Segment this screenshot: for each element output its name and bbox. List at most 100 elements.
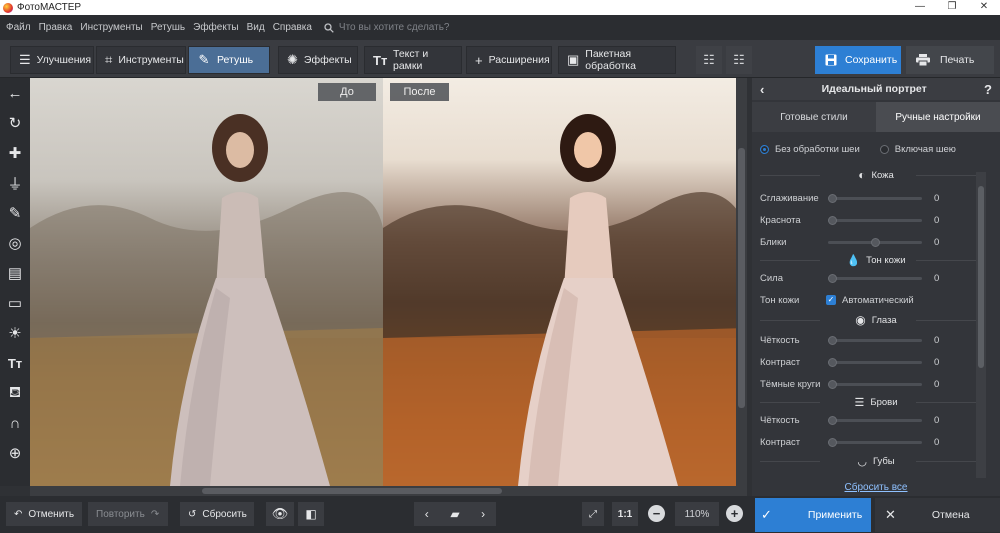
menu-effects[interactable]: Эффекты [193, 22, 238, 33]
menu-edit[interactable]: Правка [39, 22, 73, 33]
section-eyes: ◉ Глаза [752, 311, 1000, 329]
radio-with-neck[interactable]: Включая шею [879, 144, 956, 155]
tab-effects[interactable]: ✺ Эффекты [278, 46, 358, 74]
presets-settings-button[interactable]: ☷ [726, 46, 752, 74]
slider-knob[interactable] [828, 357, 837, 367]
gradient-filter-icon[interactable]: ▤ [0, 258, 30, 288]
next-arrow-icon[interactable]: › [481, 507, 485, 521]
slider-track[interactable] [828, 357, 922, 367]
zoom-in-icon[interactable]: + [726, 505, 743, 522]
cancel-button[interactable]: ✕ Отмена [875, 498, 1000, 532]
close-button[interactable]: ✕ [968, 0, 1000, 15]
scroll-thumb[interactable] [978, 186, 984, 368]
back-arrow-icon[interactable]: ← [0, 78, 30, 108]
stamp-icon[interactable]: ⏚ [0, 168, 30, 198]
scroll-thumb[interactable] [202, 488, 502, 494]
slider-track[interactable] [828, 415, 922, 425]
canvas-vertical-scrollbar[interactable] [736, 78, 747, 486]
slider-knob[interactable] [828, 193, 837, 203]
reset-button[interactable]: ↺ Сбросить [180, 502, 254, 526]
menu-file[interactable]: Файл [6, 22, 31, 33]
tab-manual-settings[interactable]: Ручные настройки [876, 102, 1000, 132]
tab-tools[interactable]: ⌗ Инструменты [96, 46, 186, 74]
slider-dark-circles[interactable]: Тёмные круги 0 [752, 373, 1000, 395]
help-icon[interactable]: ? [984, 82, 992, 97]
slider-redness[interactable]: Краснота 0 [752, 209, 1000, 231]
tab-retouch[interactable]: ✎ Ретушь [188, 46, 270, 74]
menu-retouch[interactable]: Ретушь [151, 22, 185, 33]
actual-size-button[interactable]: 1:1 [612, 502, 638, 526]
maximize-button[interactable]: ❐ [936, 0, 968, 15]
slider-smoothing[interactable]: Сглаживание 0 [752, 187, 1000, 209]
slider-strength[interactable]: Сила 0 [752, 267, 1000, 289]
tab-text-frames[interactable]: Tт Текст и рамки [364, 46, 462, 74]
slider-knob[interactable] [828, 215, 837, 225]
menu-tools[interactable]: Инструменты [80, 22, 142, 33]
slider-track[interactable] [828, 237, 922, 247]
rotate-icon[interactable]: ↻ [0, 108, 30, 138]
magnet-icon[interactable]: ∩ [0, 408, 30, 438]
scroll-thumb[interactable] [738, 148, 745, 408]
light-icon[interactable]: ☀ [0, 318, 30, 348]
undo-icon: ↶ [14, 508, 23, 520]
tab-ready-styles[interactable]: Готовые стили [752, 102, 876, 132]
save-button[interactable]: Сохранить [815, 46, 901, 74]
slider-knob[interactable] [828, 437, 837, 447]
slider-track[interactable] [828, 193, 922, 203]
brush-icon: ✎ [198, 52, 210, 67]
fill-icon[interactable]: ⛾ [0, 378, 30, 408]
slider-track[interactable] [828, 215, 922, 225]
tab-improvements[interactable]: ☰ Улучшения [10, 46, 94, 74]
minimize-button[interactable]: — [904, 0, 936, 15]
menu-view[interactable]: Вид [247, 22, 265, 33]
preview-toggle-button[interactable]: 👁 [266, 502, 294, 526]
slider-eye-clarity[interactable]: Чёткость 0 [752, 329, 1000, 351]
slider-eye-contrast[interactable]: Контраст 0 [752, 351, 1000, 373]
slider-track[interactable] [828, 379, 922, 389]
photo-canvas[interactable]: До После [30, 78, 747, 486]
slider-brow-contrast[interactable]: Контраст 0 [752, 431, 1000, 453]
slider-glare[interactable]: Блики 0 [752, 231, 1000, 253]
slider-track[interactable] [828, 335, 922, 345]
globe-icon[interactable]: ⊕ [0, 438, 30, 468]
slider-knob[interactable] [828, 273, 837, 283]
menu-help[interactable]: Справка [273, 22, 312, 33]
compare-button[interactable]: ◧ [298, 502, 324, 526]
redo-button[interactable]: Повторить ↷ [88, 502, 168, 526]
search-box[interactable]: Что вы хотите сделать? [324, 22, 449, 33]
tab-batch[interactable]: ▣ Пакетная обработка [558, 46, 676, 74]
sliders-icon: ☰ [19, 52, 31, 67]
radial-filter-icon[interactable]: ◎ [0, 228, 30, 258]
slider-knob[interactable] [828, 379, 837, 389]
vignette-icon[interactable]: ▭ [0, 288, 30, 318]
checkbox-auto[interactable]: ✓ [826, 295, 836, 305]
undo-button[interactable]: ↶ Отменить [6, 502, 82, 526]
prev-arrow-icon[interactable]: ‹ [425, 507, 429, 521]
panel-back-icon[interactable]: ‹ [760, 82, 764, 97]
canvas-horizontal-scrollbar[interactable] [30, 486, 747, 496]
presets-add-button[interactable]: ☷ [696, 46, 722, 74]
slider-knob[interactable] [828, 335, 837, 345]
text-tool-icon[interactable]: Tт [0, 348, 30, 378]
folder-icon[interactable]: ▰ [450, 507, 459, 521]
reset-label: Сбросить [202, 508, 247, 520]
apply-button[interactable]: ✓ Применить [755, 498, 871, 532]
zoom-level[interactable]: 110% [675, 502, 719, 526]
fit-screen-button[interactable]: ⤢ [582, 502, 604, 526]
panel-scrollbar[interactable] [976, 172, 986, 478]
slider-label: Чёткость [760, 414, 800, 426]
tab-extensions[interactable]: + Расширения [466, 46, 552, 74]
slider-knob[interactable] [828, 415, 837, 425]
presets-add-icon: ☷ [703, 52, 715, 67]
slider-value: 0 [934, 272, 940, 284]
radio-no-neck[interactable]: Без обработки шеи [760, 144, 860, 155]
slider-track[interactable] [828, 437, 922, 447]
print-button[interactable]: Печать [906, 46, 994, 74]
bandage-icon[interactable]: ✚ [0, 138, 30, 168]
slider-knob[interactable] [871, 237, 880, 247]
slider-track[interactable] [828, 273, 922, 283]
slider-brow-clarity[interactable]: Чёткость 0 [752, 409, 1000, 431]
zoom-out-icon[interactable]: − [648, 505, 665, 522]
reset-all-link[interactable]: Сбросить все [752, 482, 1000, 493]
brush-tool-icon[interactable]: ✎ [0, 198, 30, 228]
